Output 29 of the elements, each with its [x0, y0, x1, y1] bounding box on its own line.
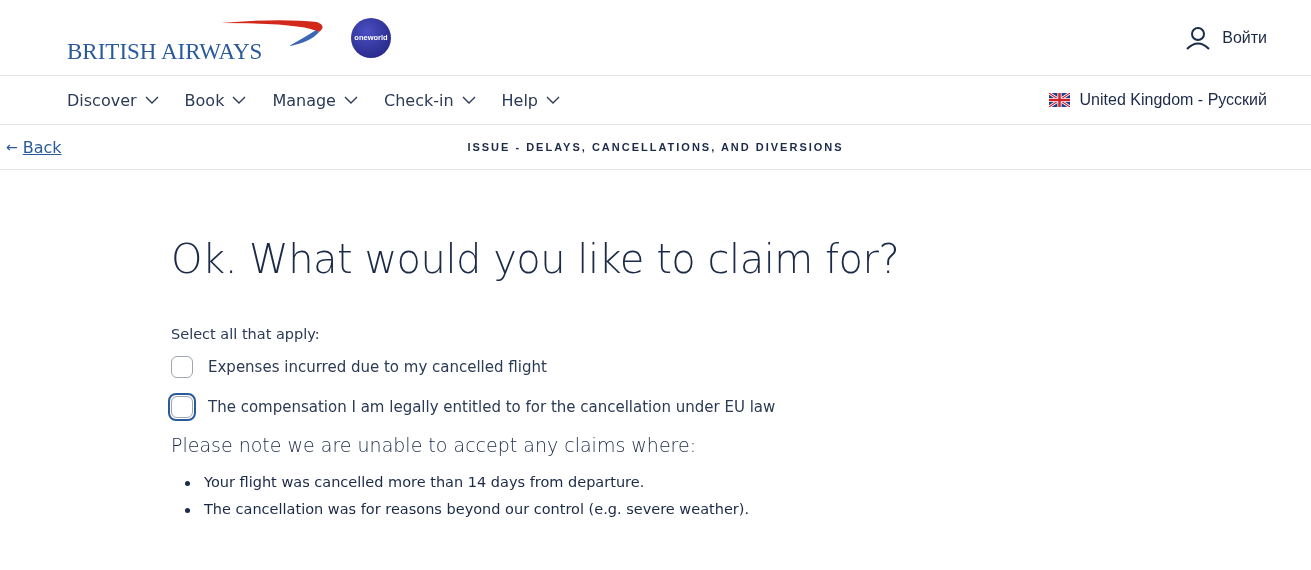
checkbox-label: The compensation I am legally entitled to for the cancellation under EU law	[208, 398, 776, 416]
checkbox-label: Expenses incurred due to my cancelled flight	[208, 358, 547, 376]
nav-menu-item[interactable]: Check-in	[383, 90, 476, 110]
list-item-text: The cancellation was for reasons beyond our control (e.g. severe weather).	[204, 501, 750, 517]
note-heading: Please note we are unable to accept any claims where:	[171, 434, 698, 456]
locale-selector[interactable]: United Kingdom - Русский	[1048, 91, 1267, 109]
list-item-text: Your flight was cancelled more than 14 days from departure.	[204, 474, 645, 490]
nav-menu-item[interactable]: Discover	[67, 90, 159, 110]
bullet-icon	[185, 481, 190, 486]
chevron-down-icon	[461, 96, 476, 104]
instruction-text: Select all that apply:	[171, 326, 321, 342]
flag-icon	[1048, 93, 1070, 107]
bullet-icon	[185, 508, 190, 513]
nav-menu-item[interactable]: Manage	[272, 90, 358, 110]
nav-menu-item[interactable]: Book	[184, 90, 247, 110]
user-icon	[1186, 25, 1211, 50]
brand-logo[interactable]: BRITISH AIRWAYS	[67, 39, 263, 63]
section-title: ISSUE - DELAYS, CANCELLATIONS, AND DIVERSIONS	[467, 141, 844, 153]
chevron-down-icon	[546, 96, 561, 104]
chevron-down-icon	[232, 96, 247, 104]
chevron-down-icon	[144, 96, 159, 104]
chevron-down-icon	[343, 96, 358, 104]
back-arrow: ←	[6, 139, 18, 155]
page-heading: Ok. What would you like to claim for?	[171, 236, 901, 282]
nav-menu-item[interactable]: Help	[501, 90, 561, 110]
login-link[interactable]: Войти	[1186, 25, 1267, 50]
checkbox[interactable]	[171, 356, 193, 378]
back-label: Back	[22, 137, 62, 157]
back-link[interactable]: ← Back	[6, 137, 62, 157]
